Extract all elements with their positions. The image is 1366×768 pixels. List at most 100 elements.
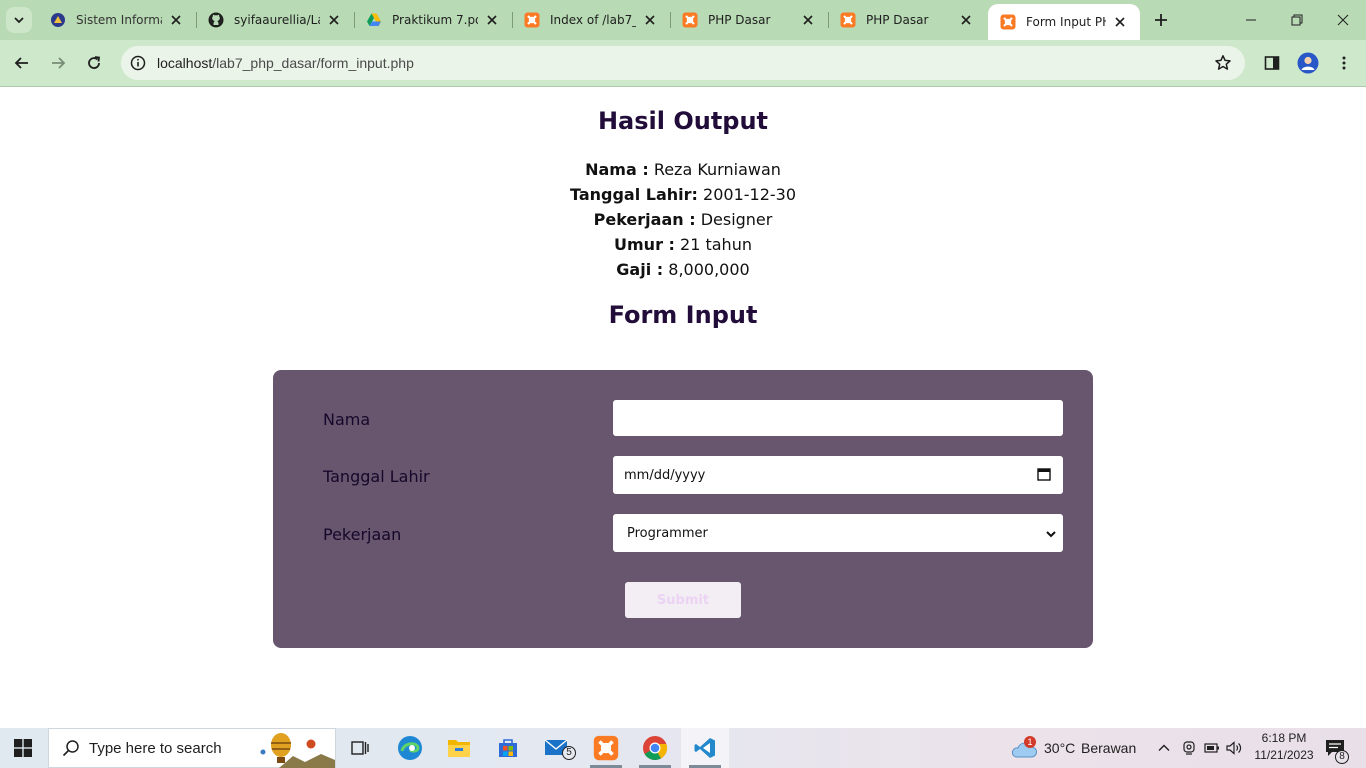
camera-tray-icon[interactable] bbox=[1182, 741, 1196, 755]
chevron-down-icon bbox=[1046, 531, 1056, 538]
tanggal-lahir-label: Tanggal Lahir bbox=[323, 467, 430, 486]
close-tab-icon[interactable] bbox=[168, 12, 184, 28]
side-panel-icon bbox=[1264, 56, 1280, 70]
taskbar-file-explorer[interactable] bbox=[435, 728, 483, 768]
clock-time: 6:18 PM bbox=[1261, 731, 1307, 745]
store-icon bbox=[499, 739, 517, 757]
bookmark-star-icon[interactable] bbox=[1213, 53, 1233, 73]
tab-title: Sistem Informasi bbox=[76, 13, 162, 27]
google-drive-icon bbox=[366, 12, 382, 28]
form-heading: Form Input bbox=[608, 301, 758, 329]
browser-tab[interactable]: PHP Dasar bbox=[828, 0, 986, 40]
pekerjaan-select[interactable]: Programmer bbox=[613, 514, 1063, 552]
close-tab-icon[interactable] bbox=[326, 12, 342, 28]
output-pekerjaan-value: Designer bbox=[700, 210, 773, 229]
browser-tab[interactable]: Index of /lab7_p bbox=[512, 0, 670, 40]
browser-tab[interactable]: Sistem Informasi bbox=[38, 0, 196, 40]
address-bar[interactable]: localhost/lab7_php_dasar/form_input.php bbox=[121, 46, 1245, 80]
taskbar-xampp[interactable] bbox=[582, 728, 630, 768]
new-tab-button[interactable] bbox=[1150, 9, 1172, 31]
browser-tab[interactable]: syifaaurellia/Lab bbox=[196, 0, 354, 40]
reload-button[interactable] bbox=[80, 49, 108, 77]
submit-button[interactable]: Submit bbox=[625, 582, 741, 618]
tab-title: Index of /lab7_p bbox=[550, 13, 636, 27]
taskbar-store[interactable] bbox=[484, 728, 532, 768]
clock-date: 11/21/2023 bbox=[1254, 748, 1314, 762]
arrow-right-icon bbox=[52, 57, 66, 69]
more-vertical-icon bbox=[1342, 56, 1346, 70]
windows-start-icon[interactable] bbox=[14, 739, 32, 757]
output-umur-value: 21 tahun bbox=[680, 235, 752, 254]
browser-tab-strip: Sistem Informasi syifaaurellia/Lab Prakt… bbox=[0, 0, 1366, 40]
browser-tab[interactable]: Praktikum 7.pdf bbox=[354, 0, 512, 40]
volume-icon[interactable] bbox=[1226, 741, 1242, 755]
xampp-icon bbox=[682, 12, 698, 28]
tanggal-lahir-input[interactable]: mm/dd/yyyy bbox=[613, 456, 1063, 494]
site-info-icon[interactable] bbox=[127, 52, 149, 74]
taskbar-clock[interactable]: 6:18 PM 11/21/2023 bbox=[1246, 730, 1322, 764]
browser-toolbar: localhost/lab7_php_dasar/form_input.php bbox=[0, 40, 1366, 86]
profile-avatar-icon bbox=[1297, 52, 1319, 74]
arrow-left-icon bbox=[14, 57, 28, 69]
url-path: /lab7_php_dasar/form_input.php bbox=[212, 55, 414, 71]
minimize-button[interactable] bbox=[1228, 0, 1274, 40]
xampp-icon bbox=[840, 12, 856, 28]
page-content: Hasil Output Nama : Reza Kurniawan Tangg… bbox=[0, 87, 1366, 728]
taskbar-chrome[interactable] bbox=[631, 728, 679, 768]
tab-title: Form Input PHP bbox=[1026, 15, 1106, 29]
taskbar-mail[interactable]: 5 bbox=[533, 728, 581, 768]
tab-search-button[interactable] bbox=[6, 7, 32, 33]
close-tab-icon[interactable] bbox=[484, 12, 500, 28]
url-host: localhost bbox=[157, 55, 213, 71]
back-button[interactable] bbox=[8, 49, 36, 77]
output-tanggal-label: Tanggal Lahir: bbox=[569, 185, 698, 204]
weather-temperature[interactable]: 30°C bbox=[1044, 740, 1075, 756]
tab-title: PHP Dasar bbox=[866, 13, 929, 27]
folder-icon bbox=[448, 740, 470, 757]
task-view-icon bbox=[351, 741, 369, 755]
taskbar-vscode[interactable] bbox=[681, 728, 729, 768]
url-text[interactable]: localhost/lab7_php_dasar/form_input.php bbox=[157, 55, 414, 71]
close-window-button[interactable] bbox=[1320, 0, 1366, 40]
weather-description[interactable]: Berawan bbox=[1081, 740, 1136, 756]
close-tab-icon[interactable] bbox=[800, 12, 816, 28]
close-tab-icon[interactable] bbox=[958, 12, 974, 28]
restore-icon bbox=[1291, 14, 1303, 26]
vscode-icon bbox=[694, 738, 715, 758]
nama-input[interactable] bbox=[613, 400, 1063, 436]
reload-icon bbox=[88, 56, 101, 69]
github-icon bbox=[208, 12, 224, 28]
taskbar-edge[interactable] bbox=[386, 728, 434, 768]
search-highlight-illustration-icon bbox=[260, 733, 335, 768]
browser-tab-active[interactable]: Form Input PHP bbox=[988, 4, 1140, 40]
plus-icon bbox=[1155, 14, 1167, 26]
tab-title: PHP Dasar bbox=[708, 13, 771, 27]
battery-icon[interactable] bbox=[1204, 741, 1220, 755]
output-tanggal-value: 2001-12-30 bbox=[703, 185, 797, 204]
chevron-up-icon[interactable] bbox=[1157, 741, 1171, 755]
browser-tab[interactable]: PHP Dasar bbox=[670, 0, 828, 40]
side-panel-button[interactable] bbox=[1258, 49, 1286, 77]
nama-label: Nama bbox=[323, 410, 371, 429]
calendar-icon[interactable] bbox=[1037, 467, 1051, 481]
taskbar-search-box[interactable]: Type here to search bbox=[48, 728, 336, 768]
task-view-button[interactable] bbox=[336, 728, 384, 768]
browser-menu-button[interactable] bbox=[1330, 49, 1358, 77]
output-heading: Hasil Output bbox=[597, 107, 769, 135]
mail-badge: 5 bbox=[562, 746, 576, 760]
output-pekerjaan: Pekerjaan : Designer bbox=[0, 210, 1366, 229]
tab-title: syifaaurellia/Lab bbox=[234, 13, 320, 27]
close-tab-icon[interactable] bbox=[1112, 14, 1128, 30]
xampp-icon bbox=[524, 12, 540, 28]
windows-taskbar: Type here to search 5 1 30°C Berawan 6:1… bbox=[0, 728, 1366, 768]
weather-alert-badge: 1 bbox=[1024, 736, 1036, 748]
close-tab-icon[interactable] bbox=[642, 12, 658, 28]
notification-count-badge: 8 bbox=[1335, 750, 1349, 764]
university-favicon-icon bbox=[50, 12, 66, 28]
search-icon bbox=[62, 740, 79, 757]
forward-button[interactable] bbox=[44, 49, 72, 77]
restore-button[interactable] bbox=[1274, 0, 1320, 40]
profile-avatar[interactable] bbox=[1294, 49, 1322, 77]
minimize-icon bbox=[1246, 19, 1256, 21]
date-placeholder: mm/dd/yyyy bbox=[624, 467, 706, 483]
